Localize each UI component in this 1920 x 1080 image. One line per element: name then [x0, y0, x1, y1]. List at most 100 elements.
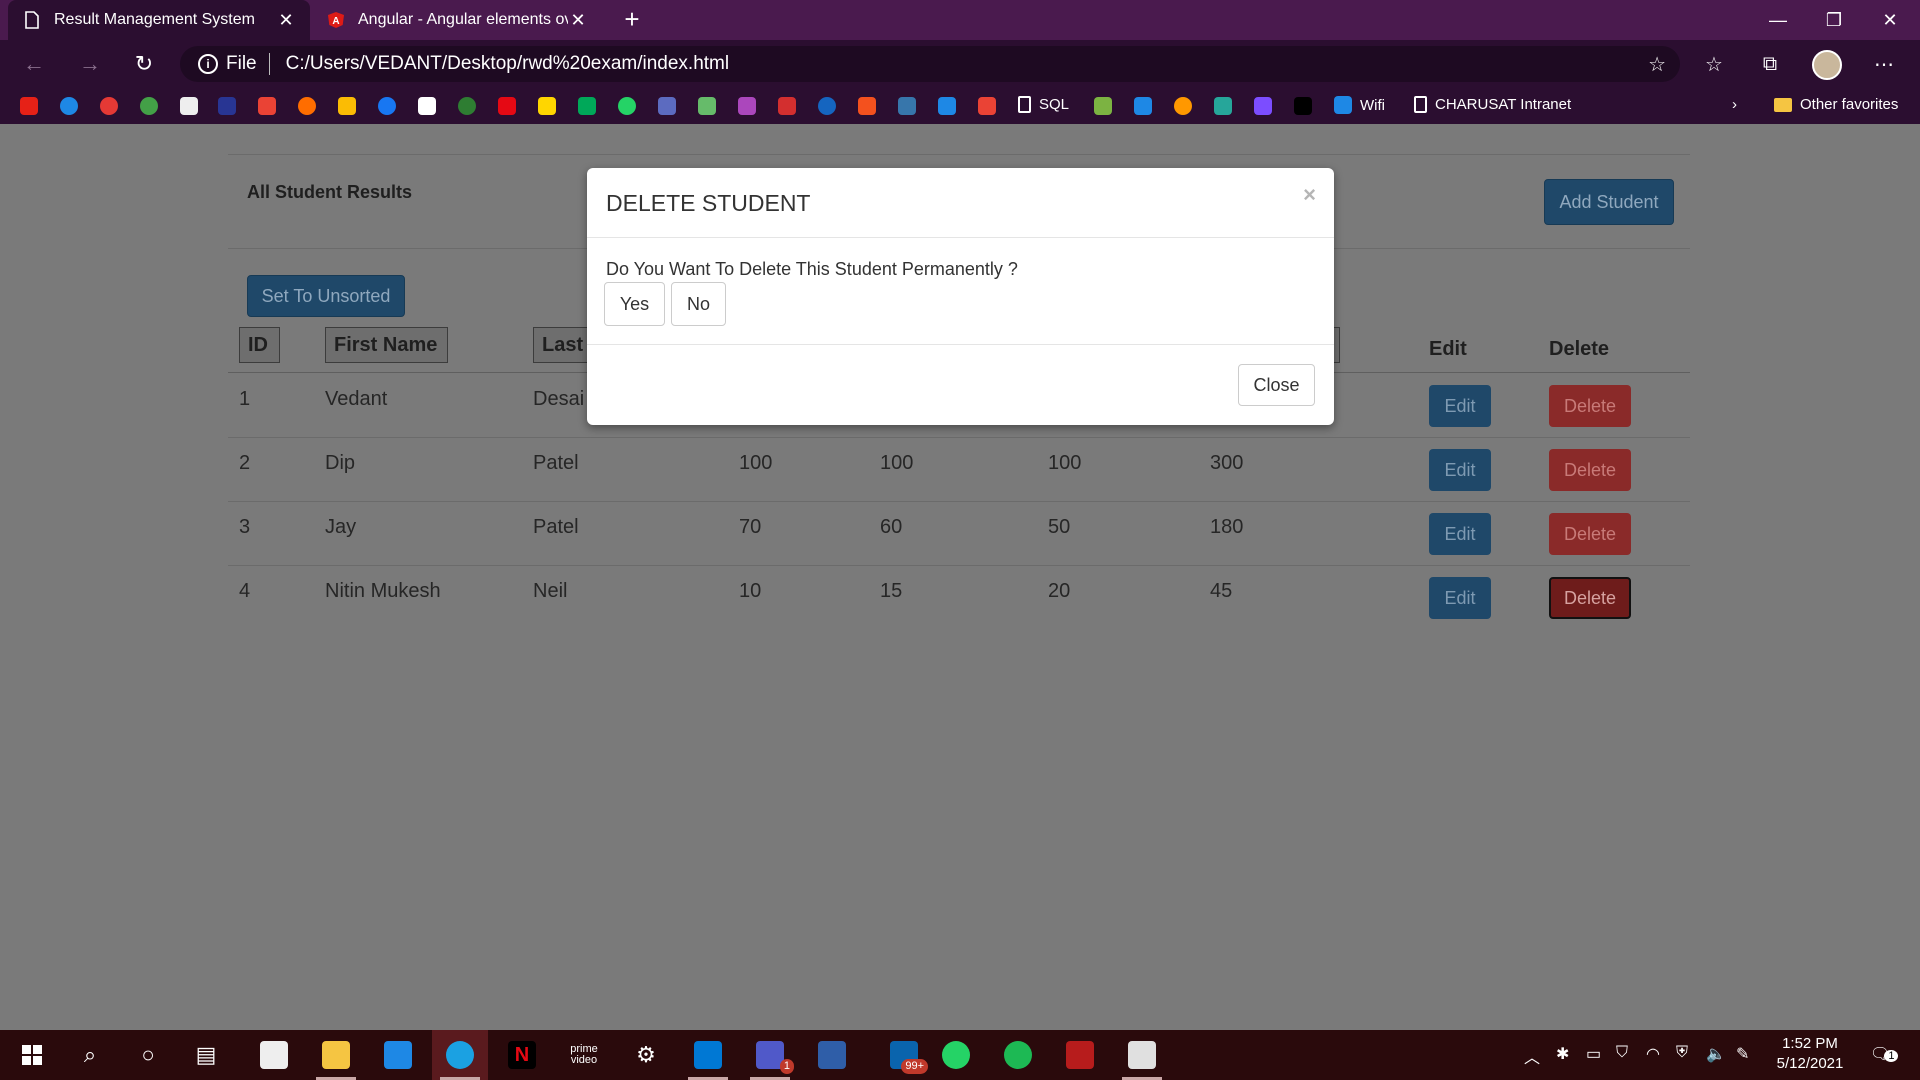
back-arrow-icon[interactable]: ← [16, 46, 52, 82]
python-icon[interactable] [898, 97, 916, 115]
edit-button[interactable]: Edit [1429, 385, 1491, 427]
cortana-icon[interactable]: ○ [120, 1030, 176, 1080]
pen-icon[interactable]: ✎ [1736, 1044, 1749, 1064]
amazon-icon[interactable] [418, 97, 436, 115]
spotify-icon[interactable] [990, 1030, 1046, 1080]
settings-icon[interactable]: ⚙ [618, 1030, 674, 1080]
site-icon[interactable] [698, 97, 716, 115]
delete-button[interactable]: Delete [1549, 513, 1631, 555]
edge-icon[interactable] [432, 1030, 488, 1080]
new-tab-button[interactable]: + [616, 4, 648, 36]
netflix-icon[interactable] [498, 97, 516, 115]
show-hidden-icons-chevron-icon[interactable]: ︿ [1524, 1044, 1540, 1068]
set-unsorted-button[interactable]: Set To Unsorted [247, 275, 405, 317]
no-button[interactable]: No [671, 282, 726, 326]
coursera-icon[interactable] [818, 97, 836, 115]
modal-close-button[interactable]: Close [1238, 364, 1315, 406]
outlook-icon[interactable]: 99+ [876, 1030, 932, 1080]
site-icon[interactable] [1134, 97, 1152, 115]
column-header-last-name[interactable]: Last [533, 327, 593, 363]
close-window-button[interactable]: ✕ [1862, 0, 1918, 40]
airtel-icon[interactable] [100, 97, 118, 115]
site-icon[interactable] [1254, 97, 1272, 115]
favorites-overflow-chevron-icon[interactable]: › [1732, 96, 1737, 113]
site-icon[interactable] [1214, 97, 1232, 115]
play-icon[interactable] [60, 97, 78, 115]
security-icon[interactable]: ⛨ [1676, 1044, 1688, 1062]
delete-button[interactable]: Delete [1549, 577, 1631, 619]
site-icon[interactable] [938, 97, 956, 115]
tab-angular[interactable]: A Angular - Angular elements over ✕ [312, 0, 602, 40]
system-clock[interactable]: 1:52 PM 5/12/2021 [1760, 1034, 1860, 1074]
google-drive-icon[interactable] [338, 97, 356, 115]
edit-button[interactable]: Edit [1429, 513, 1491, 555]
favorite-sql[interactable]: SQL [1018, 96, 1069, 113]
refresh-icon[interactable]: ↻ [126, 46, 162, 82]
column-header-id[interactable]: ID [239, 327, 280, 363]
teams-icon[interactable]: 1 [742, 1030, 798, 1080]
edit-button[interactable]: Edit [1429, 449, 1491, 491]
delete-button[interactable]: Delete [1549, 385, 1631, 427]
more-menu-icon[interactable]: ⋯ [1866, 46, 1902, 82]
volume-icon[interactable]: 🔈 [1706, 1044, 1726, 1064]
site-icon[interactable] [738, 97, 756, 115]
gmail-icon[interactable] [258, 97, 276, 115]
edx-icon[interactable] [778, 97, 796, 115]
whatsapp-icon[interactable] [928, 1030, 984, 1080]
tab-result-management[interactable]: Result Management System ✕ [8, 0, 310, 40]
site-icon[interactable] [658, 97, 676, 115]
close-tab-icon[interactable]: ✕ [276, 10, 296, 31]
favorite-charusat[interactable]: CHARUSAT Intranet [1414, 96, 1571, 113]
task-view-icon[interactable]: ▤ [178, 1030, 234, 1080]
powershell-icon[interactable] [804, 1030, 860, 1080]
site-icon[interactable] [858, 97, 876, 115]
netflix-icon[interactable]: N [494, 1030, 550, 1080]
dh-icon[interactable] [218, 97, 236, 115]
app-icon[interactable] [1052, 1030, 1108, 1080]
app-icon[interactable] [1114, 1030, 1170, 1080]
search-icon[interactable]: ⌕ [62, 1030, 118, 1080]
site-icon[interactable] [1094, 97, 1112, 115]
check-icon[interactable] [538, 97, 556, 115]
shield-icon[interactable]: ⛉ [1616, 1044, 1628, 1062]
favorites-icon[interactable]: ☆ [1696, 46, 1732, 82]
profile-avatar[interactable] [1812, 50, 1842, 80]
yes-button[interactable]: Yes [604, 282, 665, 326]
etv-icon[interactable] [1294, 97, 1312, 115]
tata-sky-icon[interactable] [180, 97, 198, 115]
site-icon[interactable] [298, 97, 316, 115]
edit-button[interactable]: Edit [1429, 577, 1491, 619]
minimize-button[interactable]: — [1750, 0, 1806, 40]
column-header-first-name[interactable]: First Name [325, 327, 448, 363]
address-bar[interactable]: i File C:/Users/VEDANT/Desktop/rwd%20exa… [180, 46, 1680, 82]
whatsapp-icon[interactable] [618, 97, 636, 115]
delete-button[interactable]: Delete [1549, 449, 1631, 491]
add-student-button[interactable]: Add Student [1544, 179, 1674, 225]
youtube-icon[interactable] [20, 97, 38, 115]
restore-button[interactable]: ❐ [1806, 0, 1862, 40]
file-explorer-icon[interactable] [308, 1030, 364, 1080]
store-icon[interactable] [246, 1030, 302, 1080]
modal-close-icon[interactable]: × [1303, 182, 1316, 208]
windows-start-icon[interactable] [4, 1030, 60, 1080]
site-icon[interactable] [458, 97, 476, 115]
add-favorite-icon[interactable]: ☆ [1648, 52, 1666, 77]
close-tab-icon[interactable]: ✕ [568, 10, 588, 31]
site-icon[interactable] [578, 97, 596, 115]
vscode-icon[interactable] [680, 1030, 736, 1080]
facebook-icon[interactable] [378, 97, 396, 115]
other-favorites[interactable]: Other favorites [1774, 96, 1898, 113]
collections-icon[interactable]: ⧉ [1752, 46, 1788, 82]
wifi-icon[interactable]: ◠ [1646, 1044, 1660, 1064]
prime-video-icon[interactable]: prime video [556, 1030, 612, 1080]
notifications-icon[interactable]: 🗨1 [1870, 1044, 1899, 1064]
battery-icon[interactable]: ▭ [1586, 1044, 1601, 1064]
site-icon[interactable] [1174, 97, 1192, 115]
info-icon[interactable]: i [198, 54, 218, 74]
mail-icon[interactable] [370, 1030, 426, 1080]
tray-app-icon[interactable]: ✱ [1556, 1044, 1569, 1064]
gmail-icon[interactable] [978, 97, 996, 115]
site-icon[interactable] [140, 97, 158, 115]
forward-arrow-icon[interactable]: → [72, 46, 108, 82]
favorite-wifi[interactable]: Wifi [1334, 96, 1385, 114]
